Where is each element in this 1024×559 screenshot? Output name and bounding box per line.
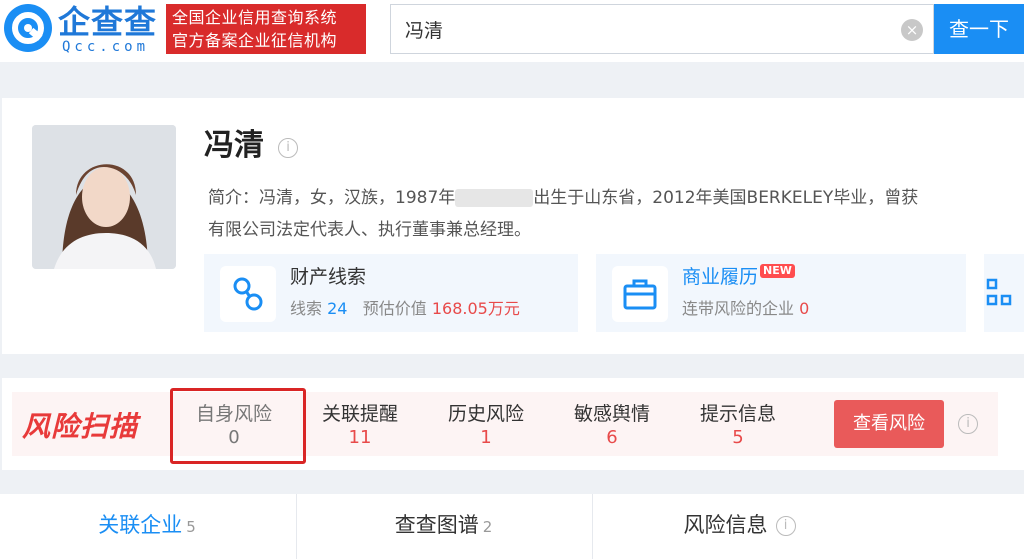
new-badge: NEW bbox=[760, 264, 795, 278]
intro-text: 简介：冯清，女，汉族，1987年 出生于山东省，2012年美国BERKELEY毕业… bbox=[208, 182, 1024, 246]
property-clues-title: 财产线索 bbox=[290, 266, 367, 288]
business-history-card[interactable]: 商业履历 NEW 连带风险的企业 0 bbox=[596, 254, 966, 332]
joint-risk-label: 连带风险的企业 bbox=[682, 299, 795, 318]
business-history-title: 商业履历 NEW bbox=[682, 264, 795, 290]
risk-item-label: 敏感舆情 bbox=[573, 403, 650, 425]
risk-item-label: 提示信息 bbox=[699, 403, 776, 425]
clear-icon[interactable]: × bbox=[901, 19, 923, 41]
tab-label: 查查图谱 bbox=[394, 513, 479, 537]
risk-item-related[interactable]: 关联提醒 11 bbox=[300, 402, 420, 450]
estimate-label: 预估价值 bbox=[362, 299, 427, 318]
name-info-icon[interactable]: i bbox=[278, 138, 298, 158]
grid-icon bbox=[986, 278, 1012, 306]
risk-item-value: 1 bbox=[480, 427, 492, 448]
tab-related-companies[interactable]: 关联企业 5 bbox=[0, 494, 294, 559]
risk-info-tab-icon[interactable]: i bbox=[775, 516, 796, 536]
risk-item-value: 11 bbox=[348, 427, 372, 448]
business-history-label: 商业履历 bbox=[682, 266, 759, 288]
business-history-desc: 连带风险的企业 0 bbox=[682, 298, 809, 320]
clues-label: 线索 bbox=[290, 299, 323, 318]
qcc-logo[interactable]: 企查查 Qcc.com bbox=[4, 3, 164, 55]
tab-risk-info[interactable]: 风险信息 i bbox=[592, 494, 886, 559]
risk-item-history[interactable]: 历史风险 1 bbox=[426, 402, 546, 450]
profile-card: 冯清 i 简介：冯清，女，汉族，1987年 出生于山东省，2012年美国BERKE… bbox=[2, 98, 1024, 354]
logo-name: 企查查 bbox=[58, 3, 158, 41]
search-input[interactable] bbox=[405, 5, 885, 53]
briefcase-icon bbox=[612, 266, 668, 322]
joint-risk-count: 0 bbox=[799, 299, 810, 318]
risk-item-value: 6 bbox=[606, 427, 618, 448]
bottom-tabs: 关联企业 5 查查图谱 2 风险信息 i bbox=[0, 494, 1024, 559]
redacted-blur bbox=[455, 189, 534, 207]
logo-domain: Qcc.com bbox=[62, 39, 150, 55]
property-clues-card[interactable]: 财产线索 线索 24 预估价值 168.05万元 bbox=[204, 254, 578, 332]
risk-item-sentiment[interactable]: 敏感舆情 6 bbox=[552, 402, 672, 450]
top-header: 企查查 Qcc.com 全国企业信用查询系统 官方备案企业征信机构 × 查一下 bbox=[0, 0, 1024, 62]
tab-label: 风险信息 bbox=[683, 513, 768, 537]
highlight-annotation-box bbox=[170, 388, 306, 464]
intro-line-1-part-a: 简介：冯清，女，汉族，1987年 bbox=[208, 188, 456, 208]
estimate-value: 168.05万元 bbox=[431, 299, 520, 318]
logo-q-icon bbox=[4, 4, 52, 52]
risk-item-label: 关联提醒 bbox=[321, 403, 398, 425]
risk-item-label: 历史风险 bbox=[447, 403, 524, 425]
risk-info-icon[interactable]: i bbox=[958, 414, 978, 434]
risk-scan-bar: 风险扫描 自身风险 0 关联提醒 11 历史风险 1 敏感舆情 6 提示信息 5… bbox=[2, 378, 1024, 470]
property-clues-desc: 线索 24 预估价值 168.05万元 bbox=[290, 298, 520, 320]
risk-scan-logo: 风险扫描 bbox=[22, 410, 139, 443]
intro-line-2: 有限公司法定代表人、执行董事兼总经理。 bbox=[208, 220, 531, 240]
tab-count: 2 bbox=[482, 518, 493, 536]
search-button[interactable]: 查一下 bbox=[934, 4, 1024, 54]
avatar bbox=[32, 125, 176, 269]
view-risk-button[interactable]: 查看风险 bbox=[834, 400, 944, 448]
link-icon bbox=[220, 266, 276, 322]
tab-count: 5 bbox=[186, 518, 196, 536]
tab-label: 关联企业 bbox=[98, 513, 183, 537]
search-box: × bbox=[390, 4, 934, 54]
official-banner: 全国企业信用查询系统 官方备案企业征信机构 bbox=[166, 4, 366, 54]
intro-line-1: 简介：冯清，女，汉族，1987年 出生于山东省，2012年美国BERKELEY毕业… bbox=[208, 182, 1024, 214]
banner-line-1: 全国企业信用查询系统 bbox=[172, 8, 338, 27]
risk-item-value: 5 bbox=[732, 427, 744, 448]
tab-graph[interactable]: 查查图谱 2 bbox=[296, 494, 590, 559]
more-card[interactable] bbox=[984, 254, 1024, 332]
risk-item-notice[interactable]: 提示信息 5 bbox=[678, 402, 798, 450]
person-name: 冯清 bbox=[204, 128, 264, 163]
intro-line-1-part-b: 出生于山东省，2012年美国BERKELEY毕业，曾获 bbox=[533, 188, 919, 208]
banner-line-2: 官方备案企业征信机构 bbox=[172, 31, 338, 50]
clues-count: 24 bbox=[327, 299, 348, 318]
